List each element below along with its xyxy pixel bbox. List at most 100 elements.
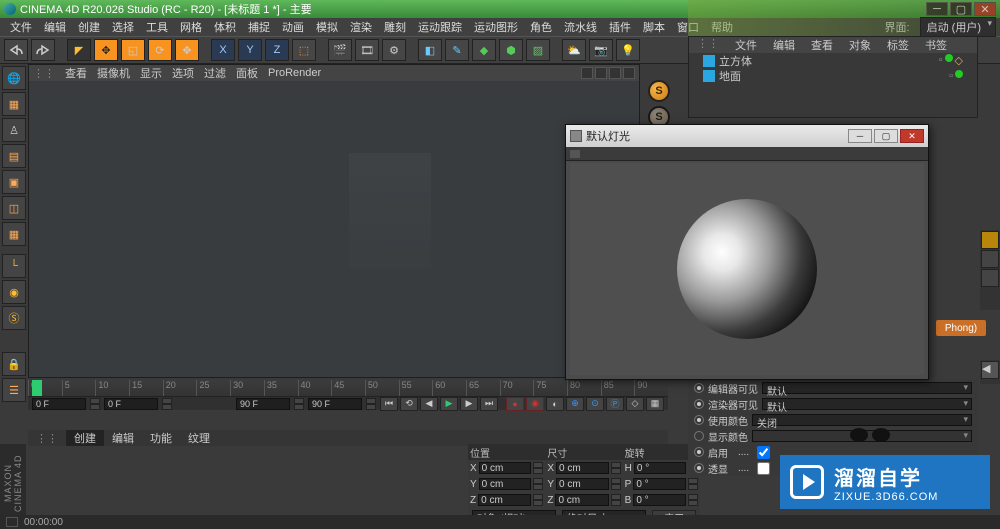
popup-titlebar[interactable]: 默认灯光 ─ ▢ ✕ — [566, 125, 928, 147]
size-z-input[interactable]: 0 cm — [555, 494, 608, 506]
frame-current-input[interactable]: 0 F — [104, 398, 158, 410]
tab-texture[interactable]: 纹理 — [180, 430, 218, 446]
render-settings-button[interactable]: ⚙ — [382, 39, 406, 61]
move-tool[interactable]: ✥ — [94, 39, 118, 61]
coord-sys-button[interactable]: ⬚ — [292, 39, 316, 61]
dock-icon[interactable] — [981, 269, 999, 287]
texture-mode-button[interactable]: ♙ — [2, 118, 26, 142]
poly-mode-button[interactable]: ▦ — [2, 222, 26, 246]
key-pos-button[interactable]: ⊕ — [566, 397, 584, 411]
generator-button[interactable]: ⬢ — [499, 39, 523, 61]
vp-prorender[interactable]: ProRender — [268, 67, 321, 79]
make-editable-button[interactable]: 🌐 — [2, 66, 26, 90]
edge-mode-button[interactable]: ◫ — [2, 196, 26, 220]
key-pla-button[interactable]: ▦ — [646, 397, 664, 411]
snap-toggle-button[interactable]: Ⓢ — [2, 306, 26, 330]
menu-mesh[interactable]: 网格 — [174, 19, 208, 35]
camera-button[interactable]: 📷 — [589, 39, 613, 61]
radio-icon[interactable] — [694, 399, 704, 409]
redo-button[interactable] — [31, 39, 55, 61]
key-sel-button[interactable]: ◐ — [546, 397, 564, 411]
xray-checkbox[interactable] — [757, 462, 770, 475]
axis-x-button[interactable]: X — [211, 39, 235, 61]
tab-create[interactable]: 创建 — [66, 430, 104, 446]
object-row-floor[interactable]: 地面 ▫ — [689, 68, 977, 83]
loop-button[interactable]: ⟲ — [400, 397, 418, 411]
popup-close-button[interactable]: ✕ — [900, 129, 924, 143]
radio-icon[interactable] — [694, 383, 704, 393]
size-x-input[interactable]: 0 cm — [556, 462, 609, 474]
menu-edit[interactable]: 编辑 — [38, 19, 72, 35]
rotate-tool[interactable]: ⟳ — [148, 39, 172, 61]
om-tab-objects[interactable]: 对象 — [841, 37, 879, 53]
goto-start-button[interactable]: ⏮ — [380, 397, 398, 411]
frame-max-input[interactable]: 90 F — [308, 398, 362, 410]
dock-icon[interactable] — [981, 250, 999, 268]
light-button[interactable]: 💡 — [616, 39, 640, 61]
om-tab-tags[interactable]: 标签 — [879, 37, 917, 53]
menu-file[interactable]: 文件 — [4, 19, 38, 35]
goto-end-button[interactable]: ⏭ — [480, 397, 498, 411]
workplane-button[interactable]: ▤ — [2, 144, 26, 168]
radio-icon[interactable] — [694, 415, 704, 425]
rot-p-input[interactable]: 0 ° — [633, 478, 686, 490]
frame-start-input[interactable]: 0 F — [32, 398, 86, 410]
vp-panel[interactable]: 面板 — [236, 65, 258, 81]
vp-nav-icon[interactable] — [623, 67, 635, 79]
axis-y-button[interactable]: Y — [238, 39, 262, 61]
enable-checkbox[interactable] — [757, 446, 770, 459]
drag-handle-icon[interactable] — [570, 150, 580, 158]
rot-h-input[interactable]: 0 ° — [634, 462, 686, 474]
pos-z-input[interactable]: 0 cm — [478, 494, 531, 506]
vp-nav-icon[interactable] — [595, 67, 607, 79]
render-pv-button[interactable]: 🎞 — [355, 39, 379, 61]
model-mode-button[interactable]: ▦ — [2, 92, 26, 116]
menu-sculpt[interactable]: 雕刻 — [378, 19, 412, 35]
om-tab-edit[interactable]: 编辑 — [765, 37, 803, 53]
play-button[interactable]: ▶ — [440, 397, 458, 411]
vp-view[interactable]: 查看 — [65, 65, 87, 81]
menu-tools[interactable]: 工具 — [140, 19, 174, 35]
vp-nav-icon[interactable] — [581, 67, 593, 79]
viewport-solo-button[interactable]: ◉ — [2, 280, 26, 304]
menu-track[interactable]: 运动跟踪 — [412, 19, 468, 35]
key-param-button[interactable]: ◇ — [626, 397, 644, 411]
record-button[interactable]: ● — [506, 397, 524, 411]
menu-pipeline[interactable]: 流水线 — [558, 19, 603, 35]
om-tab-bookmarks[interactable]: 书签 — [917, 37, 955, 53]
vp-filter[interactable]: 过滤 — [204, 65, 226, 81]
menu-render[interactable]: 渲染 — [344, 19, 378, 35]
layout-select[interactable]: 启动 (用户) — [920, 17, 996, 37]
dock-icon[interactable]: ◀ — [981, 361, 999, 379]
rot-b-input[interactable]: 0 ° — [633, 494, 686, 506]
layer-button[interactable]: ☰ — [2, 378, 26, 402]
radio-icon[interactable] — [694, 431, 704, 441]
use-color-select[interactable]: 关闭 — [752, 414, 972, 426]
render-view-button[interactable]: 🎬 — [328, 39, 352, 61]
menu-script[interactable]: 脚本 — [637, 19, 671, 35]
vp-camera[interactable]: 摄像机 — [97, 65, 130, 81]
viewport-3d[interactable] — [29, 81, 639, 377]
take-badge-icon[interactable]: S — [648, 80, 670, 102]
scale-tool[interactable]: ◱ — [121, 39, 145, 61]
vp-nav-icon[interactable] — [609, 67, 621, 79]
axis-z-button[interactable]: Z — [265, 39, 289, 61]
menu-snap[interactable]: 捕捉 — [242, 19, 276, 35]
editor-vis-select[interactable]: 默认 — [762, 382, 972, 394]
menu-mograph[interactable]: 运动图形 — [468, 19, 524, 35]
cube-primitive-button[interactable]: ◧ — [418, 39, 442, 61]
point-mode-button[interactable]: ▣ — [2, 170, 26, 194]
pos-x-input[interactable]: 0 cm — [479, 462, 532, 474]
environment-button[interactable]: ⛅ — [562, 39, 586, 61]
playhead[interactable] — [32, 380, 42, 396]
frame-end-input[interactable]: 90 F — [236, 398, 290, 410]
prev-frame-button[interactable]: ◀ — [420, 397, 438, 411]
timeline-ruler[interactable]: 05 1015 2025 3035 4045 5055 6065 7075 80… — [28, 380, 668, 396]
select-tool[interactable]: ◤ — [67, 39, 91, 61]
lasttool-button[interactable]: ✥ — [175, 39, 199, 61]
menu-char[interactable]: 角色 — [524, 19, 558, 35]
autokey-button[interactable]: ◉ — [526, 397, 544, 411]
om-tab-file[interactable]: 文件 — [727, 37, 765, 53]
menu-plugins[interactable]: 插件 — [603, 19, 637, 35]
menu-volume[interactable]: 体积 — [208, 19, 242, 35]
